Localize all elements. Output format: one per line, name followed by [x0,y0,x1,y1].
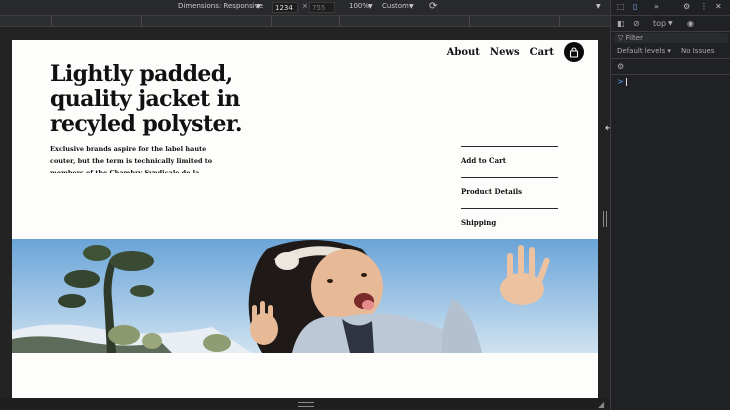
clear-console-icon[interactable]: ⊘ [633,19,640,28]
inspect-element-icon[interactable]: ⬚ [617,2,625,11]
device-toolbar: Dimensions: Responsive ▼ 1234 × 755 100%… [0,0,610,16]
more-menu-icon[interactable]: ⋮ [700,2,708,11]
filter-placeholder: Filter [625,34,643,42]
media-query-ruler [0,16,610,27]
devtools-tab-bar: ⬚ ▯ » ⚙ ⋮ ✕ [611,0,730,16]
issues-counter[interactable]: No Issues [681,47,715,55]
nav-news-link[interactable]: News [490,47,520,58]
more-options-icon[interactable]: ▼ [596,3,601,10]
product-details-link[interactable]: Product Details [461,177,558,208]
nav-about-link[interactable]: About [447,47,480,58]
console-filter-input[interactable]: ▽ Filter [614,33,728,43]
console-settings-row: ⚙ [611,59,730,75]
log-levels-dropdown[interactable]: Default levels ▾ [617,47,671,55]
more-tabs-icon[interactable]: » [654,2,659,11]
sidebar-toggle-icon[interactable]: ◧ [617,19,625,28]
console-toolbar: ◧ ⊘ top ▼ ◉ [611,16,730,32]
console-prompt: > [617,77,624,86]
shopping-bag-icon [569,46,579,58]
context-chevron-icon: ▼ [668,20,673,27]
device-toolbar-toggle-icon[interactable]: ▯ [633,2,637,11]
hero-description: Exclusive brands aspire for the label ha… [50,145,213,173]
width-input[interactable]: 1234 [272,2,298,13]
product-links: Add to Cart Product Details Shipping [461,146,558,239]
add-to-cart-link[interactable]: Add to Cart [461,146,558,177]
filter-icon: ▽ [618,34,624,42]
console-levels-row: Default levels ▾ No Issues [611,45,730,59]
dimensions-dropdown[interactable]: Dimensions: Responsive [178,2,263,10]
width-resize-handle[interactable] [603,211,607,227]
throttle-chevron-icon: ▼ [409,3,414,10]
dimensions-chevron-icon: ▼ [256,3,261,10]
height-resize-handle[interactable] [298,402,314,407]
shipping-link[interactable]: Shipping [461,208,558,239]
hero-title: Lightly padded, quality jacket in recyle… [50,61,243,137]
zoom-dropdown[interactable]: 100% [349,2,369,10]
corner-resize-icon[interactable]: ◢ [598,400,604,409]
throttle-dropdown[interactable]: Custom [382,2,409,10]
context-selector[interactable]: top [653,19,666,28]
nav-cart-link[interactable]: Cart [530,47,554,58]
zoom-chevron-icon: ▼ [368,3,373,10]
site-nav: About News Cart [447,42,584,62]
hero-photo [12,239,598,353]
close-devtools-icon[interactable]: ✕ [715,2,722,11]
dimension-separator: × [302,2,308,10]
rotate-icon[interactable]: ⟳ [429,1,437,12]
emulated-viewport: About News Cart Lightly padded, quality … [12,40,598,398]
eye-icon[interactable]: ◉ [687,19,694,28]
height-input[interactable]: 755 [309,2,335,13]
devtools-panel: ⬚ ▯ » ⚙ ⋮ ✕ ◧ ⊘ top ▼ ◉ ▽ Filter Default… [610,0,730,410]
cart-button[interactable] [564,42,584,62]
settings-icon[interactable]: ⚙ [683,2,690,11]
console-settings-icon[interactable]: ⚙ [617,62,624,71]
console-input-caret[interactable] [626,78,627,86]
